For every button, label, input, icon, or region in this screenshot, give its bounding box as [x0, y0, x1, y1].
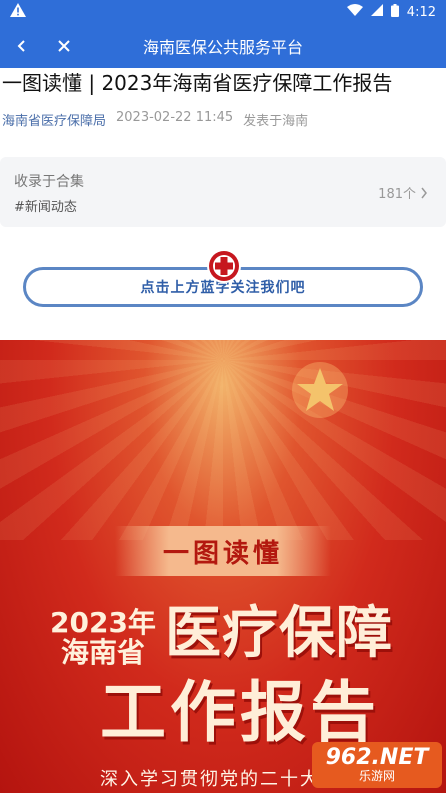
poster-year-block: 2023年 海南省 — [50, 608, 156, 668]
collection-count[interactable]: 181个 — [378, 183, 428, 202]
wifi-icon — [346, 4, 363, 20]
article-title: 一图读懂 | 2023年海南省医疗保障工作报告 — [2, 71, 393, 95]
collection-count-value: 181个 — [378, 187, 416, 202]
back-icon[interactable] — [10, 34, 34, 58]
close-icon[interactable] — [52, 34, 76, 58]
report-poster-image: 一图读懂 2023年 海南省 医疗保障 工作报告 深入学习贯彻党的二十大精神 — [0, 340, 446, 793]
poster-heading-2: 工作报告 — [100, 674, 380, 751]
site-watermark-logo: 962.NET 乐游网 — [312, 742, 442, 788]
author-link[interactable]: 海南省医疗保障局 — [2, 110, 106, 129]
battery-icon — [390, 3, 399, 21]
status-bar: 4:12 — [0, 0, 446, 24]
nav-bar: 海南医保公共服务平台 — [0, 24, 446, 68]
nav-title: 海南医保公共服务平台 — [142, 38, 303, 57]
chevron-right-icon — [421, 187, 427, 198]
article-meta: 海南省医疗保障局 2023-02-22 11:45 发表于海南 — [2, 110, 308, 129]
poster-heading-1: 医疗保障 — [165, 601, 393, 666]
poster-banner-text: 一图读懂 — [162, 538, 283, 569]
poster-rays — [0, 340, 446, 540]
status-time: 4:12 — [406, 4, 436, 20]
collection-tag[interactable]: #新闻动态 — [14, 196, 77, 215]
watermark-site: 乐游网 — [358, 769, 395, 783]
poster-province: 海南省 — [60, 636, 145, 669]
publish-datetime: 2023-02-22 11:45 — [116, 110, 234, 125]
collection-label: 收录于合集 — [14, 174, 84, 190]
collection-card[interactable]: 收录于合集 #新闻动态 181个 — [0, 157, 446, 227]
poster-year: 2023年 — [50, 606, 156, 639]
star-emblem-icon — [292, 362, 348, 418]
warning-icon — [10, 3, 26, 21]
publish-location: 发表于海南 — [243, 114, 309, 129]
medical-cross-logo-icon — [207, 249, 241, 283]
watermark-brand: 962.NET — [325, 745, 429, 770]
signal-icon — [370, 4, 383, 20]
poster-banner: 一图读懂 — [115, 526, 331, 576]
